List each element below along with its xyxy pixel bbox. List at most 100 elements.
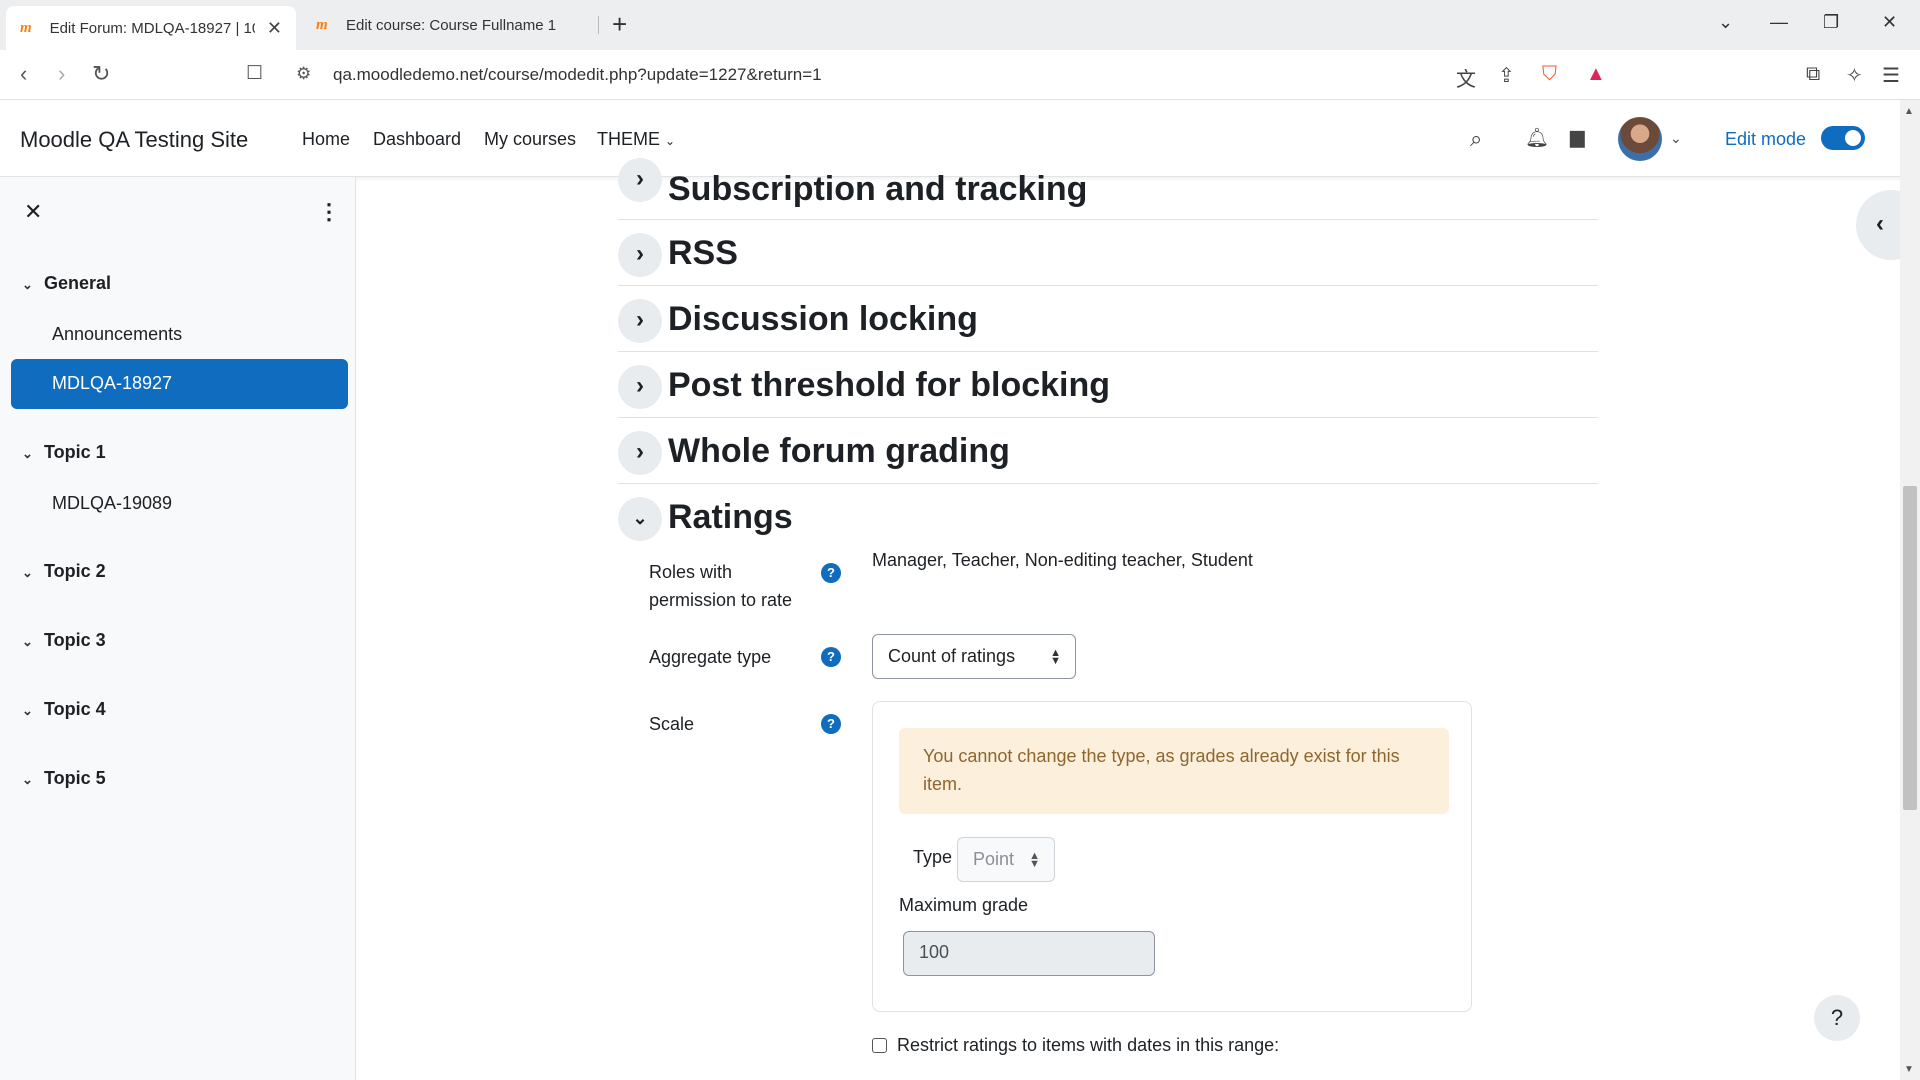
scroll-down-arrow-icon[interactable]: ▼ xyxy=(1904,1064,1914,1075)
bookmark-icon[interactable]: ☐ xyxy=(246,62,263,86)
tab-title: Edit Forum: MDLQA-18927 | 101 xyxy=(49,19,255,37)
chevron-down-icon: ⌄ xyxy=(22,277,33,292)
chevron-down-icon[interactable]: ⌄ xyxy=(618,497,662,541)
chevron-down-icon: ⌄ xyxy=(22,634,33,649)
help-icon[interactable]: ? xyxy=(821,647,841,667)
drawer-activity-mdlqa-19089[interactable]: MDLQA-19089 xyxy=(52,493,172,514)
nav-theme-label: THEME xyxy=(597,129,660,149)
help-icon[interactable]: ? xyxy=(821,714,841,734)
site-settings-icon[interactable]: ⚙ xyxy=(296,62,311,86)
scale-label: Scale xyxy=(649,714,695,734)
kebab-menu-icon[interactable]: ⋮ xyxy=(318,199,340,225)
chevron-right-icon[interactable]: › xyxy=(618,431,662,475)
edit-mode-toggle[interactable] xyxy=(1821,126,1865,150)
section-label: Topic 4 xyxy=(44,699,106,719)
help-icon[interactable]: ? xyxy=(821,563,841,583)
drawer-section-topic-1[interactable]: ⌄ Topic 1 xyxy=(22,442,106,463)
window-close-icon[interactable]: ✕ xyxy=(1882,12,1897,33)
tab-title: Edit course: Course Fullname 101 | Mo xyxy=(346,16,556,34)
close-drawer-icon[interactable]: ✕ xyxy=(24,199,42,225)
section-label: Topic 2 xyxy=(44,561,106,581)
restrict-ratings-row[interactable]: Restrict ratings to items with dates in … xyxy=(872,1035,1279,1056)
browser-tabbar: m Edit Forum: MDLQA-18927 | 101 ✕ m Edit… xyxy=(0,0,1920,50)
help-footer-button[interactable]: ? xyxy=(1814,995,1860,1041)
form-section-discussion-locking[interactable]: › Discussion locking xyxy=(618,286,1598,352)
drawer-section-topic-5[interactable]: ⌄ Topic 5 xyxy=(22,768,106,789)
section-label: Topic 1 xyxy=(44,442,106,462)
back-icon[interactable]: ‹ xyxy=(20,62,27,86)
section-label: General xyxy=(44,273,112,293)
url-field[interactable]: qa.moodledemo.net/course/modedit.php?upd… xyxy=(333,65,822,85)
drawer-activity-announcements[interactable]: Announcements xyxy=(52,324,182,345)
roles-label: Roles with permission to rate xyxy=(649,558,792,614)
avatar[interactable] xyxy=(1618,117,1662,161)
select-arrows-icon: ▲ ▼ xyxy=(1029,849,1040,870)
edit-mode-label: Edit mode xyxy=(1725,129,1807,149)
form-section-ratings[interactable]: ⌄ Ratings xyxy=(618,484,1598,550)
site-name[interactable]: Moodle QA Testing Site xyxy=(20,127,248,153)
extensions-icon[interactable]: ⧉ xyxy=(1806,63,1820,86)
drawer-section-topic-3[interactable]: ⌄ Topic 3 xyxy=(22,630,106,651)
form-section-post-threshold[interactable]: › Post threshold for blocking xyxy=(618,352,1598,418)
nav-my-courses[interactable]: My courses xyxy=(484,129,576,150)
section-title: Subscription and tracking xyxy=(668,170,1088,208)
roles-value: Manager, Teacher, Non-editing teacher, S… xyxy=(872,550,1253,570)
form-section-rss[interactable]: › RSS xyxy=(618,220,1598,286)
form-section-whole-forum-grading[interactable]: › Whole forum grading xyxy=(618,418,1598,484)
nav-dashboard[interactable]: Dashboard xyxy=(373,129,461,150)
section-label: Topic 5 xyxy=(44,768,106,788)
chevron-down-icon: ⌄ xyxy=(22,565,33,580)
browser-tab-active[interactable]: m Edit Forum: MDLQA-18927 | 101 ✕ xyxy=(6,6,296,50)
messages-icon[interactable]: ▆ xyxy=(1570,126,1585,149)
aggregate-type-select[interactable]: Count of ratings ▲ ▼ xyxy=(872,634,1076,679)
moodle-favicon-icon: m xyxy=(20,20,32,36)
scroll-up-arrow-icon[interactable]: ▲ xyxy=(1904,106,1914,117)
brave-rewards-icon[interactable]: ▲ xyxy=(1586,63,1606,86)
chevron-right-icon[interactable]: › xyxy=(618,158,662,202)
restrict-ratings-label: Restrict ratings to items with dates in … xyxy=(897,1035,1280,1055)
drawer-activity-active[interactable]: MDLQA-18927 xyxy=(11,359,348,409)
menu-icon[interactable]: ☰ xyxy=(1882,63,1900,88)
chevron-right-icon[interactable]: › xyxy=(618,365,662,409)
chevron-down-icon: ⌄ xyxy=(22,772,33,787)
chevron-right-icon[interactable]: › xyxy=(618,233,662,277)
drawer-section-topic-4[interactable]: ⌄ Topic 4 xyxy=(22,699,106,720)
user-menu-chevron-icon[interactable]: ⌄ xyxy=(1670,130,1682,147)
brave-shield-icon[interactable]: ⛉ xyxy=(1542,63,1557,86)
select-arrows-icon: ▲ ▼ xyxy=(1050,646,1061,667)
section-label: Topic 3 xyxy=(44,630,106,650)
forward-icon[interactable]: › xyxy=(58,62,65,86)
restore-icon[interactable]: ❐ xyxy=(1823,12,1839,33)
nav-home[interactable]: Home xyxy=(302,129,350,150)
drawer-section-topic-2[interactable]: ⌄ Topic 2 xyxy=(22,561,106,582)
max-grade-input[interactable]: 100 xyxy=(903,931,1155,976)
leo-ai-icon[interactable]: ✧ xyxy=(1846,63,1863,88)
restrict-ratings-checkbox[interactable] xyxy=(872,1038,887,1053)
tab-divider xyxy=(598,16,599,34)
translate-icon[interactable]: 文 xyxy=(1456,63,1476,92)
chevron-down-icon: ⌄ xyxy=(665,134,676,148)
max-grade-label: Maximum grade xyxy=(899,895,1029,915)
type-label: Type xyxy=(913,847,953,867)
notifications-bell-icon[interactable]: 🔔︎ xyxy=(1525,126,1549,150)
section-title: Whole forum grading xyxy=(668,432,1010,470)
share-icon[interactable]: ⇪ xyxy=(1498,63,1515,88)
page-scrollbar-thumb[interactable] xyxy=(1903,486,1917,810)
chevron-down-icon: ⌄ xyxy=(22,446,33,461)
form-section-subscription[interactable]: › Subscription and tracking xyxy=(618,154,1598,220)
aggregate-type-label: Aggregate type xyxy=(649,647,772,667)
tab-close-icon[interactable]: ✕ xyxy=(267,18,282,39)
nav-theme[interactable]: THEME ⌄ xyxy=(597,129,675,150)
chevron-right-icon[interactable]: › xyxy=(618,299,662,343)
scale-type-value: Point xyxy=(973,849,1015,869)
scale-type-select: Point ▲ ▼ xyxy=(957,837,1055,882)
minimize-icon[interactable]: — xyxy=(1770,12,1788,33)
browser-tab[interactable]: m Edit course: Course Fullname 101 | Mo xyxy=(302,6,592,44)
moodle-favicon-icon: m xyxy=(316,17,328,33)
tab-list-chevron-icon[interactable]: ⌄ xyxy=(1718,12,1733,33)
search-icon[interactable]: ⌕ xyxy=(1470,126,1482,152)
new-tab-icon[interactable]: + xyxy=(612,10,627,38)
section-title: Discussion locking xyxy=(668,300,978,338)
drawer-section-general[interactable]: ⌄ General xyxy=(22,273,111,294)
reload-icon[interactable]: ↻ xyxy=(92,62,110,86)
